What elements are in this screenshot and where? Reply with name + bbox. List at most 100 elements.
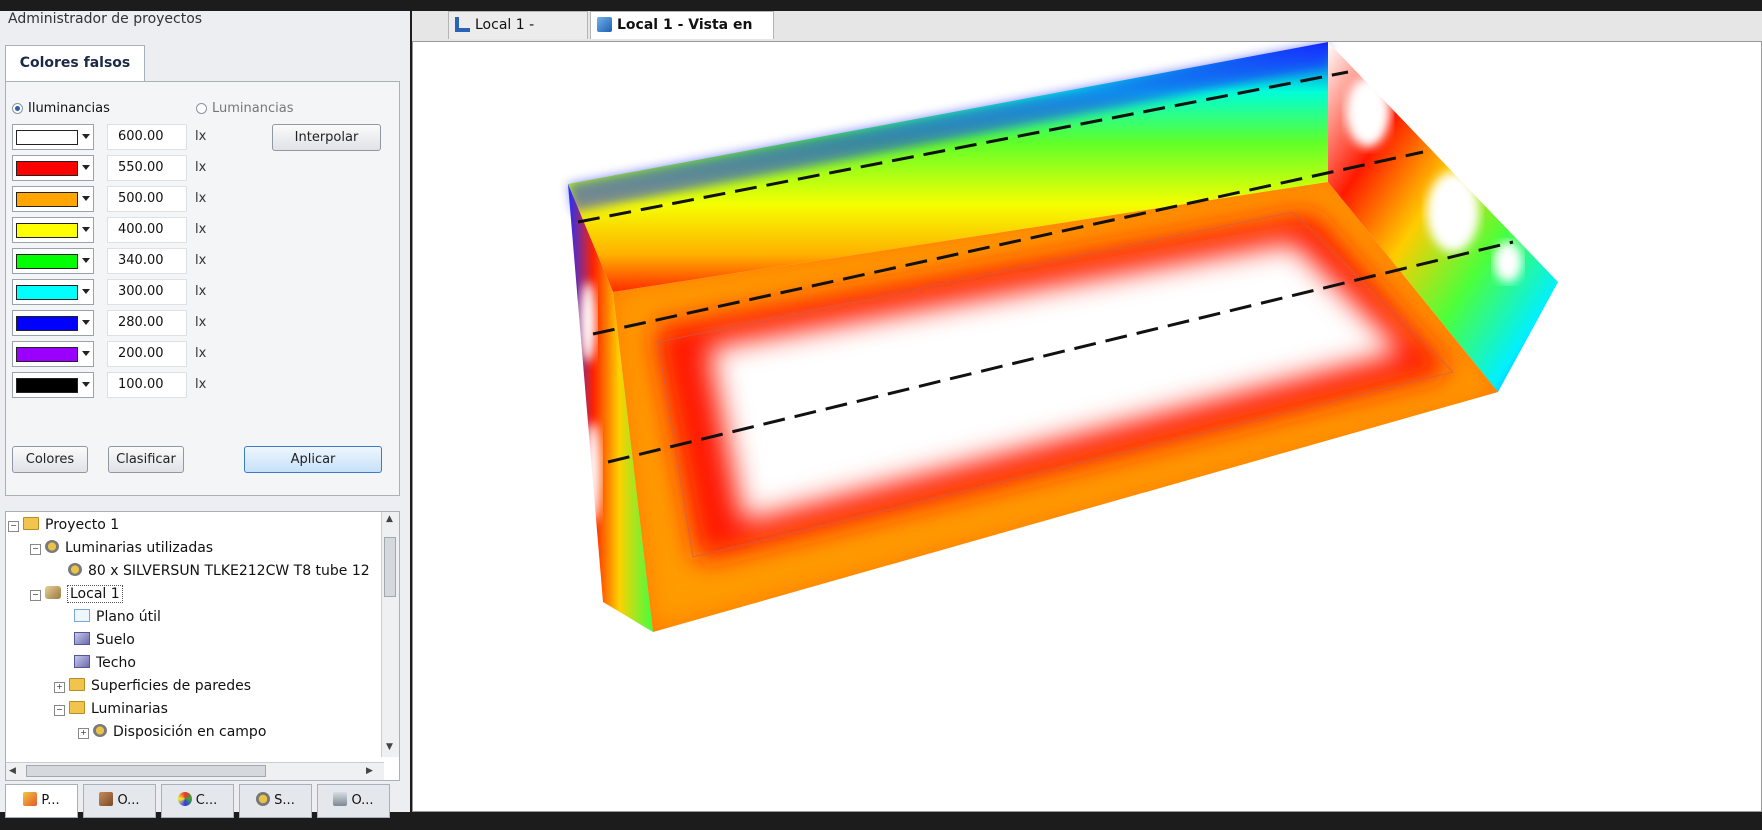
radio-unselected-icon (196, 103, 207, 114)
folder-icon (69, 701, 85, 714)
floor-plan-icon (455, 17, 470, 32)
scroll-thumb[interactable] (384, 537, 396, 597)
tab-objects[interactable]: O... (83, 784, 156, 818)
scroll-left-icon[interactable]: ◀ (9, 766, 16, 776)
document-tab-bar: Local 1 - Planta Local 1 - Vista en 3D (412, 11, 1762, 59)
radio-illuminance[interactable]: Iluminancias (12, 101, 110, 116)
color-picker-dropdown[interactable] (12, 279, 94, 305)
furniture-icon (99, 792, 114, 806)
color-swatch (16, 254, 78, 269)
tree-item-field-arrangement[interactable]: + Disposición en campo (78, 721, 266, 743)
tree-item-wall-surfaces[interactable]: + Superficies de paredes (54, 675, 251, 697)
expand-icon[interactable]: + (54, 682, 65, 693)
expand-icon[interactable]: + (78, 728, 89, 739)
tab-project[interactable]: P... (5, 784, 78, 818)
project-manager-panel: Administrador de proyectos Colores falso… (0, 11, 410, 818)
unit-label: lx (195, 191, 207, 206)
project-icon (23, 792, 38, 806)
tree-vertical-scrollbar[interactable]: ▲ ▼ (381, 512, 399, 757)
tab-colors[interactable]: C... (161, 784, 234, 818)
chevron-down-icon (82, 165, 90, 170)
color-swatch (16, 130, 78, 145)
scroll-right-icon[interactable]: ▶ (366, 766, 373, 776)
threshold-value-field[interactable]: 400.00 (107, 217, 187, 243)
interpolate-button[interactable]: Interpolar (272, 124, 381, 151)
classify-button[interactable]: Clasificar (108, 446, 184, 473)
radio-luminance-label: Luminancias (212, 101, 294, 116)
color-swatch (16, 161, 78, 176)
printer-icon (333, 792, 348, 806)
unit-label: lx (195, 346, 207, 361)
tree-horizontal-scrollbar[interactable]: ◀ ▶ (6, 762, 384, 780)
color-scale-row: 600.00 lx (12, 124, 312, 152)
tab-outputs[interactable]: O... (317, 784, 390, 818)
color-picker-dropdown[interactable] (12, 310, 94, 336)
color-scale-row: 300.00 lx (12, 279, 312, 307)
collapse-icon[interactable]: − (30, 544, 41, 555)
tree-item-work-plane[interactable]: Plano útil (74, 606, 161, 628)
radio-illuminance-label: Iluminancias (28, 101, 110, 116)
wall-hotspot (1346, 77, 1390, 147)
collapse-icon[interactable]: − (8, 521, 19, 532)
wall-hotspot (580, 282, 596, 362)
threshold-value-field[interactable]: 500.00 (107, 186, 187, 212)
chevron-down-icon (82, 320, 90, 325)
tree-item-luminaires[interactable]: − Luminarias (54, 698, 168, 720)
colors-button[interactable]: Colores (12, 446, 88, 473)
tab-3d-view[interactable]: Local 1 - Vista en 3D (590, 11, 774, 59)
tab-false-colors[interactable]: Colores falsos (5, 45, 145, 82)
threshold-value-field[interactable]: 340.00 (107, 248, 187, 274)
color-picker-dropdown[interactable] (12, 217, 94, 243)
scroll-thumb[interactable] (26, 765, 266, 777)
threshold-value-field[interactable]: 100.00 (107, 372, 187, 398)
color-swatch (16, 223, 78, 238)
color-picker-dropdown[interactable] (12, 248, 94, 274)
wall-hotspot (585, 422, 601, 522)
tree-item-floor[interactable]: Suelo (74, 629, 135, 651)
tab-floor-plan[interactable]: Local 1 - Planta (448, 11, 588, 59)
collapse-icon[interactable]: − (54, 705, 65, 716)
luminaire-group-icon (93, 724, 107, 737)
palette-icon (177, 792, 192, 806)
color-swatch (16, 378, 78, 393)
luminaire-icon (68, 563, 82, 576)
color-swatch (16, 285, 78, 300)
apply-button[interactable]: Aplicar (244, 446, 382, 473)
unit-label: lx (195, 377, 207, 392)
radio-selected-icon (12, 103, 23, 114)
scroll-up-icon[interactable]: ▲ (386, 514, 393, 524)
threshold-value-field[interactable]: 550.00 (107, 155, 187, 181)
tree-item-room[interactable]: − Local 1 (30, 583, 123, 605)
color-picker-dropdown[interactable] (12, 341, 94, 367)
threshold-value-field[interactable]: 300.00 (107, 279, 187, 305)
plane-icon (74, 609, 90, 622)
chevron-down-icon (82, 196, 90, 201)
tab-luminaire-selection[interactable]: S... (239, 784, 312, 818)
room-icon (45, 586, 61, 599)
project-tree: − Proyecto 1 − Luminarias utilizadas 80 x … (5, 511, 400, 781)
color-picker-dropdown[interactable] (12, 124, 94, 150)
chevron-down-icon (82, 258, 90, 263)
color-scale-row: 400.00 lx (12, 217, 312, 245)
threshold-value-field[interactable]: 200.00 (107, 341, 187, 367)
tree-item-luminaire-entry[interactable]: 80 x SILVERSUN TLKE212CW T8 tube 12 (68, 560, 370, 582)
luminaire-icon (256, 792, 271, 806)
color-picker-dropdown[interactable] (12, 155, 94, 181)
folder-icon (69, 678, 85, 691)
color-picker-dropdown[interactable] (12, 372, 94, 398)
threshold-value-field[interactable]: 280.00 (107, 310, 187, 336)
color-scale-row: 200.00 lx (12, 341, 312, 369)
tree-item-project[interactable]: − Proyecto 1 (8, 514, 119, 536)
tree-item-used-luminaires[interactable]: − Luminarias utilizadas (30, 537, 213, 559)
3d-viewport[interactable] (412, 41, 1762, 812)
collapse-icon[interactable]: − (30, 590, 41, 601)
chevron-down-icon (82, 134, 90, 139)
scroll-down-icon[interactable]: ▼ (386, 742, 393, 752)
tree-item-ceiling[interactable]: Techo (74, 652, 136, 674)
color-picker-dropdown[interactable] (12, 186, 94, 212)
radio-luminance[interactable]: Luminancias (196, 101, 293, 116)
threshold-value-field[interactable]: 600.00 (107, 124, 187, 150)
chevron-down-icon (82, 289, 90, 294)
color-scale-row: 340.00 lx (12, 248, 312, 276)
chevron-down-icon (82, 382, 90, 387)
